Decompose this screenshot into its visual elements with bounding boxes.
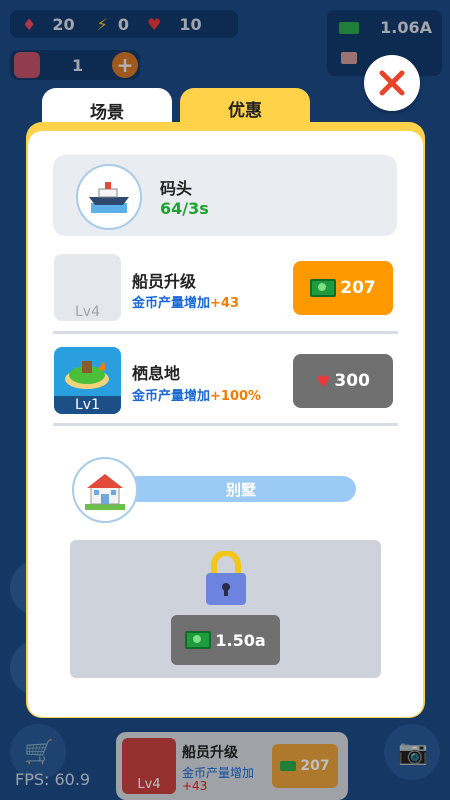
crew-upgrade-plus: +43: [210, 296, 239, 311]
island-icon: [65, 361, 109, 389]
villa-thumb: [72, 457, 138, 523]
habitat-upgrade-plus: +100%: [210, 389, 262, 404]
dock-thumb: [76, 164, 142, 230]
crew-upgrade-title: 船员升级: [132, 272, 197, 291]
habitat-upgrade-buy-button[interactable]: ♥ 300: [293, 354, 393, 408]
dock-name: 码头: [160, 179, 193, 198]
close-icon: [379, 70, 405, 96]
habitat-upgrade-title: 栖息地: [132, 364, 181, 383]
tab-offers-label: 优惠: [228, 100, 262, 121]
villa-name-bar: 别墅: [126, 476, 356, 502]
crew-upgrade-level: Lv4: [75, 304, 100, 320]
tab-scene-label: 场景: [90, 102, 124, 123]
habitat-upgrade-price: 300: [334, 371, 370, 391]
crew-upgrade-price: 207: [340, 278, 376, 298]
dock-rate: 64/3s: [160, 199, 209, 218]
divider: [53, 423, 398, 426]
ship-icon: [89, 182, 129, 213]
habitat-upgrade-desc: 金币产量增加+100%: [132, 385, 261, 404]
habitat-upgrade-thumb: Lv1: [54, 347, 121, 414]
cash-icon: [310, 279, 337, 297]
crew-upgrade-thumb: Lv4: [54, 254, 121, 321]
crew-upgrade-desc-text: 金币产量增加: [132, 296, 211, 311]
close-button[interactable]: [364, 55, 420, 111]
unlock-villa-price: 1.50a: [215, 630, 266, 650]
lock-icon: [206, 551, 246, 605]
divider: [53, 331, 398, 334]
habitat-upgrade-level: Lv1: [54, 396, 121, 414]
cash-icon: [185, 631, 212, 649]
house-icon: [85, 474, 125, 510]
crew-upgrade-buy-button[interactable]: 207: [293, 261, 393, 315]
heart-icon: ♥: [316, 371, 331, 391]
unlock-villa-button[interactable]: 1.50a: [171, 615, 280, 665]
crew-upgrade-desc: 金币产量增加+43: [132, 292, 239, 311]
villa-name: 别墅: [225, 480, 256, 499]
habitat-upgrade-desc-text: 金币产量增加: [132, 389, 211, 404]
